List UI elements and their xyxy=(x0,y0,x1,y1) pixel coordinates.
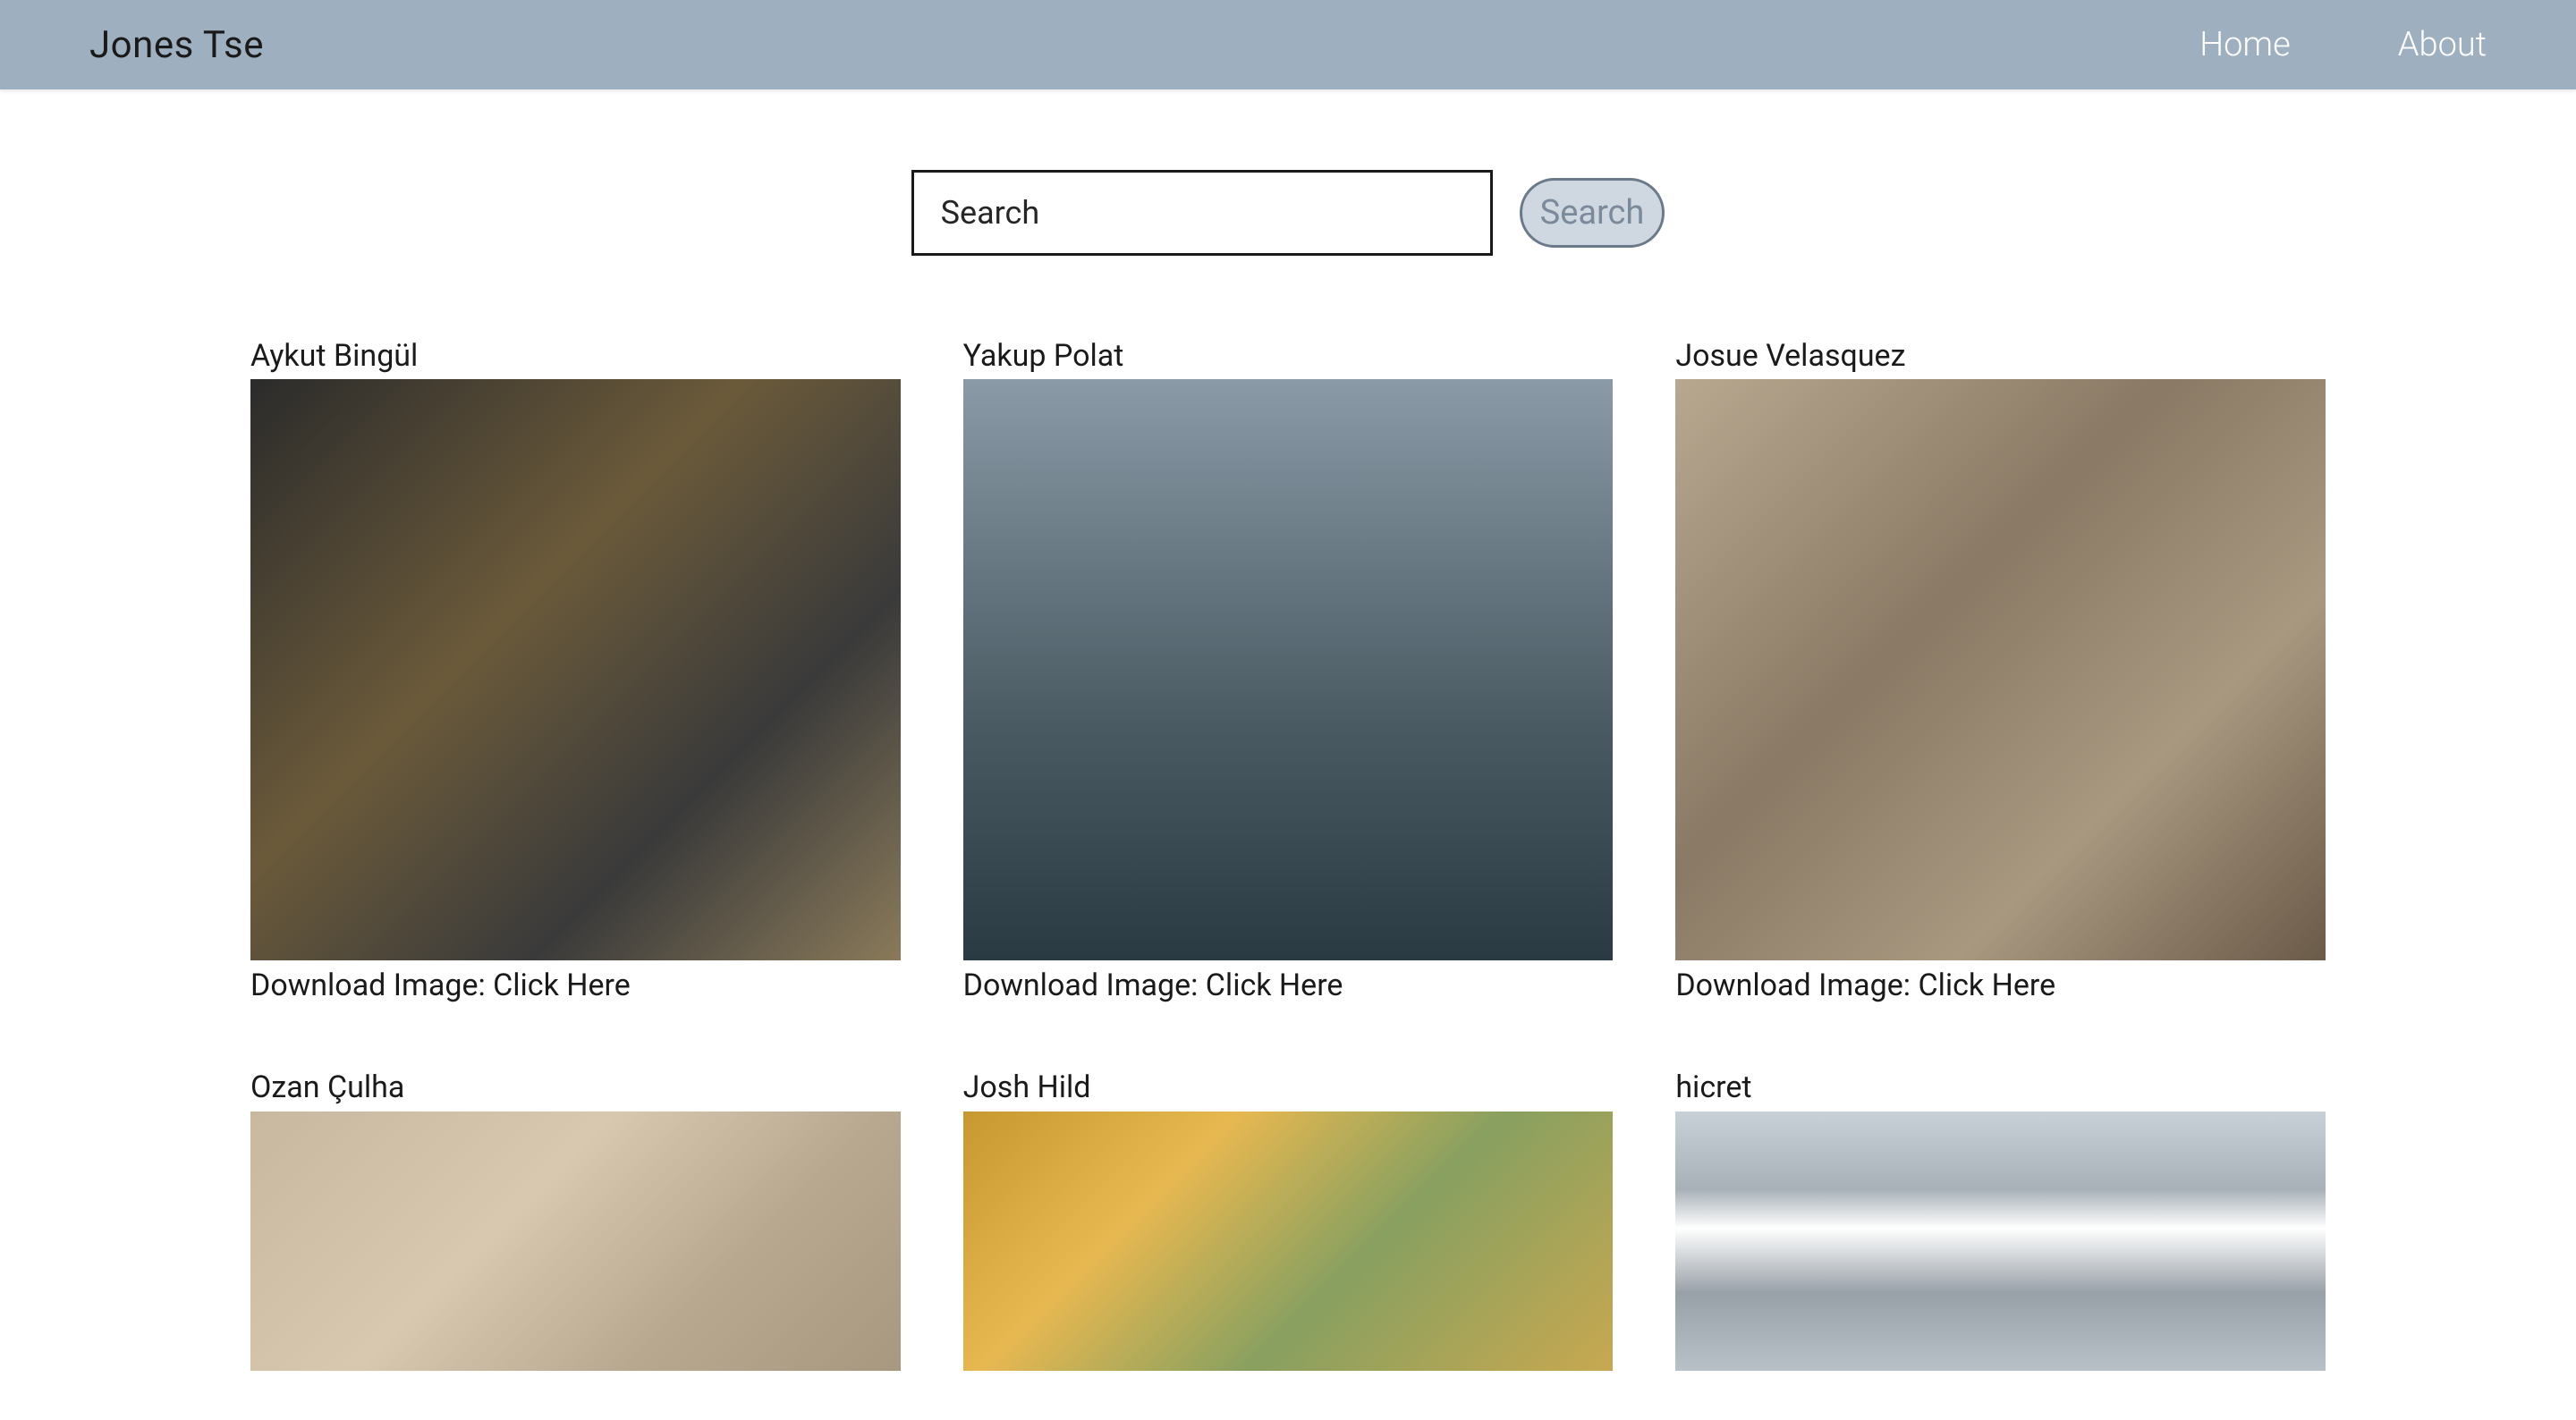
nav-about[interactable]: About xyxy=(2398,25,2487,64)
photo-thumbnail[interactable] xyxy=(1675,379,2326,960)
download-line: Download Image: Click Here xyxy=(963,966,1614,1005)
brand-title: Jones Tse xyxy=(89,23,264,67)
photo-author: Ozan Çulha xyxy=(250,1068,901,1107)
search-section: Search xyxy=(0,89,2576,300)
gallery-card: Josh Hild xyxy=(963,1068,1614,1370)
gallery-card: hicret xyxy=(1675,1068,2326,1370)
photo-thumbnail[interactable] xyxy=(1675,1111,2326,1371)
photo-author: Josue Velasquez xyxy=(1675,336,2326,376)
download-line: Download Image: Click Here xyxy=(250,966,901,1005)
photo-author: Aykut Bingül xyxy=(250,336,901,376)
search-input[interactable] xyxy=(911,170,1493,256)
download-link[interactable]: Click Here xyxy=(1206,968,1343,1003)
photo-thumbnail[interactable] xyxy=(963,379,1614,960)
photo-author: Josh Hild xyxy=(963,1068,1614,1107)
download-link[interactable]: Click Here xyxy=(493,968,631,1003)
photo-author: hicret xyxy=(1675,1068,2326,1107)
photo-author: Yakup Polat xyxy=(963,336,1614,376)
gallery-card: Yakup Polat Download Image: Click Here xyxy=(963,336,1614,1005)
download-prefix: Download Image: xyxy=(250,968,493,1003)
nav-home[interactable]: Home xyxy=(2199,25,2291,64)
navbar: Jones Tse Home About xyxy=(0,0,2576,89)
gallery-card: Aykut Bingül Download Image: Click Here xyxy=(250,336,901,1005)
photo-thumbnail[interactable] xyxy=(963,1111,1614,1371)
gallery-grid: Aykut Bingül Download Image: Click Here … xyxy=(197,336,2379,1371)
download-link[interactable]: Click Here xyxy=(1918,968,2055,1003)
download-prefix: Download Image: xyxy=(1675,968,1918,1003)
search-button[interactable]: Search xyxy=(1520,178,1665,248)
photo-thumbnail[interactable] xyxy=(250,1111,901,1371)
gallery-card: Ozan Çulha xyxy=(250,1068,901,1370)
nav-links: Home About xyxy=(2199,25,2487,64)
download-prefix: Download Image: xyxy=(963,968,1206,1003)
download-line: Download Image: Click Here xyxy=(1675,966,2326,1005)
photo-thumbnail[interactable] xyxy=(250,379,901,960)
gallery-card: Josue Velasquez Download Image: Click He… xyxy=(1675,336,2326,1005)
